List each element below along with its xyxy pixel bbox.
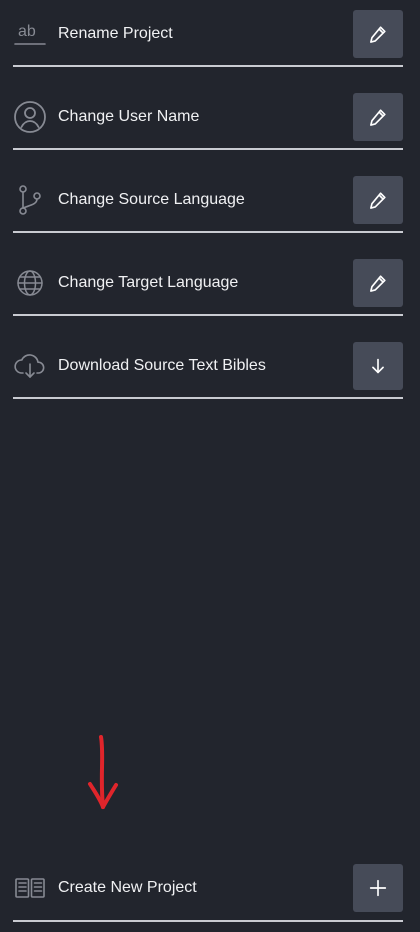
git-branch-icon (13, 183, 47, 217)
download-source-text-bibles-label: Download Source Text Bibles (58, 357, 266, 374)
svg-text:ab: ab (18, 23, 36, 40)
create-new-project-button[interactable] (353, 864, 403, 912)
pencil-icon (367, 23, 389, 45)
create-new-project-label: Create New Project (58, 879, 197, 896)
change-user-name-edit-button[interactable] (353, 93, 403, 141)
change-user-name-label: Change User Name (58, 108, 200, 125)
open-book-icon (13, 871, 47, 905)
settings-row-rename-project[interactable]: ab Rename Project (13, 10, 403, 58)
settings-row-change-source-language[interactable]: Change Source Language (13, 176, 403, 224)
divider-create-new-project (13, 920, 403, 922)
change-source-language-label: Change Source Language (58, 191, 245, 208)
user-circle-icon (13, 100, 47, 134)
cloud-download-icon (13, 349, 47, 383)
divider-download-source-text-bibles (13, 397, 403, 399)
change-target-language-edit-button[interactable] (353, 259, 403, 307)
settings-row-download-source-text-bibles[interactable]: Download Source Text Bibles (13, 342, 403, 390)
arrow-down-icon (367, 355, 389, 377)
divider-rename-project (13, 65, 403, 67)
settings-panel: ab Rename Project Change User Name Chang… (0, 0, 420, 932)
change-source-language-edit-button[interactable] (353, 176, 403, 224)
pencil-icon (367, 189, 389, 211)
rename-project-edit-button[interactable] (353, 10, 403, 58)
pencil-icon (367, 272, 389, 294)
change-target-language-label: Change Target Language (58, 274, 239, 291)
divider-change-user-name (13, 148, 403, 150)
red-down-arrow-icon (88, 735, 118, 809)
settings-row-create-new-project[interactable]: Create New Project (13, 864, 403, 912)
divider-change-source-language (13, 231, 403, 233)
rename-project-label: Rename Project (58, 25, 173, 42)
text-ab-icon: ab (13, 17, 47, 51)
divider-change-target-language (13, 314, 403, 316)
pencil-icon (367, 106, 389, 128)
settings-row-change-user-name[interactable]: Change User Name (13, 93, 403, 141)
plus-icon (367, 877, 389, 899)
settings-row-change-target-language[interactable]: Change Target Language (13, 259, 403, 307)
globe-icon (13, 266, 47, 300)
download-source-text-bibles-button[interactable] (353, 342, 403, 390)
